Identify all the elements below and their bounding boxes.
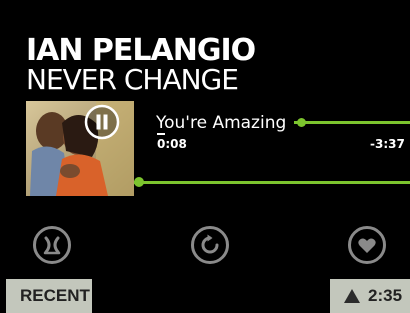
seek-indicator[interactable] bbox=[157, 133, 165, 135]
pause-button[interactable] bbox=[84, 104, 120, 140]
progress-handle[interactable] bbox=[134, 177, 144, 187]
remaining-time: -3:37 bbox=[370, 137, 405, 151]
status-clock: 2:35 bbox=[330, 279, 410, 313]
progress-line[interactable] bbox=[134, 181, 410, 184]
recent-button[interactable]: RECENT bbox=[6, 279, 92, 313]
repeat-button[interactable] bbox=[190, 225, 230, 265]
genius-mix-icon bbox=[33, 226, 71, 264]
heart-icon bbox=[348, 226, 386, 264]
track-title-line bbox=[294, 121, 410, 124]
artist-name: IAN PELANGIO bbox=[26, 33, 256, 68]
track-title: You're Amazing bbox=[156, 113, 287, 133]
pause-icon bbox=[84, 104, 120, 140]
up-arrow-icon bbox=[344, 289, 360, 303]
album-name: NEVER CHANGE bbox=[26, 63, 239, 96]
track-title-dot bbox=[297, 118, 306, 127]
clock-time: 2:35 bbox=[368, 286, 403, 305]
genius-button[interactable] bbox=[32, 225, 72, 265]
elapsed-time: 0:08 bbox=[157, 137, 187, 151]
repeat-icon bbox=[191, 226, 229, 264]
favorite-button[interactable] bbox=[347, 225, 387, 265]
